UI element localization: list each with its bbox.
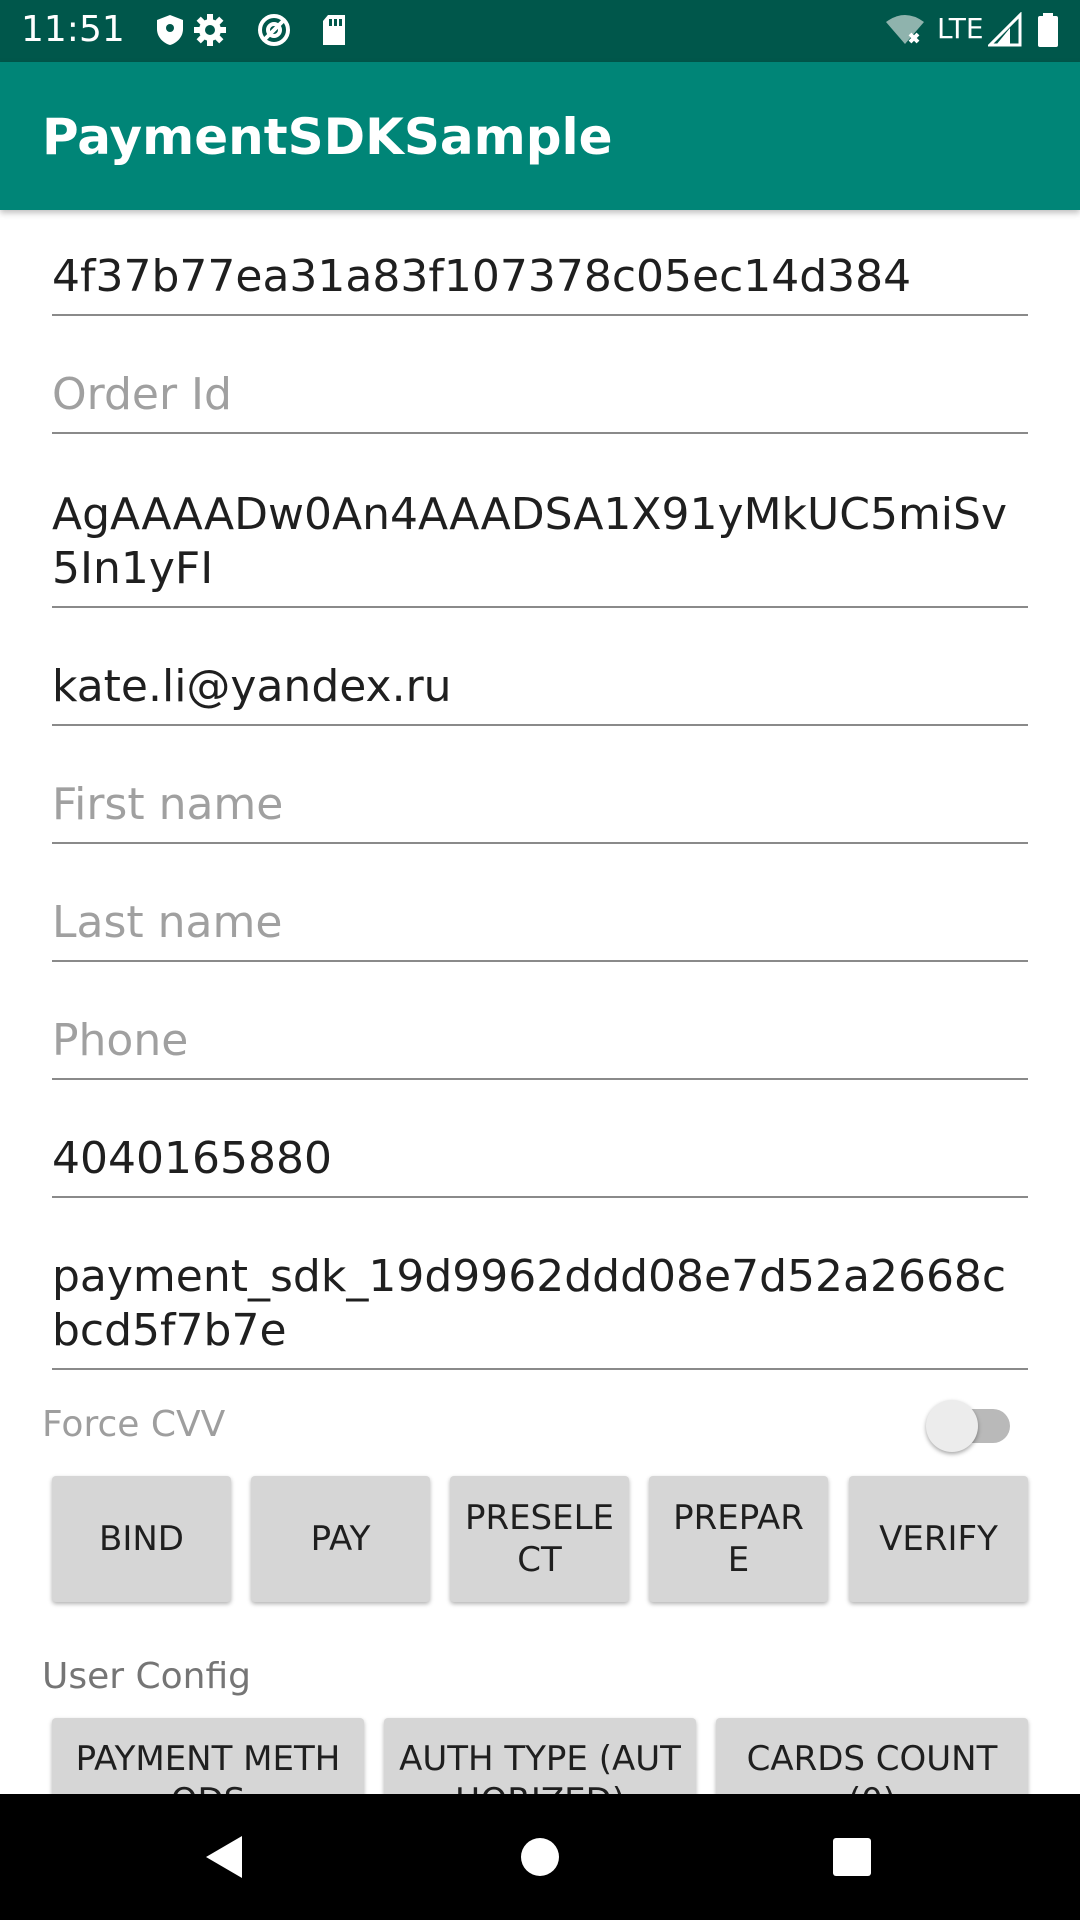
home-icon[interactable] <box>515 1832 565 1882</box>
app-bar: PaymentSDKSample <box>0 62 1080 210</box>
prepare-button[interactable]: PREPARE <box>649 1476 828 1602</box>
email-field[interactable]: kate.li@yandex.ru <box>52 660 1028 726</box>
oauth-token-field[interactable]: AgAAAADw0An4AAADSA1X91yMkUC5miSv5In1yFI <box>52 488 1028 608</box>
at-sign-icon <box>258 14 290 46</box>
user-config-label: User Config <box>42 1656 252 1697</box>
gear-icon <box>194 14 226 46</box>
battery-icon <box>1038 13 1058 47</box>
payment-token-field[interactable]: payment_sdk_19d9962ddd08e7d52a2668cbcd5f… <box>52 1250 1028 1370</box>
recents-icon[interactable] <box>827 1832 877 1882</box>
verify-button[interactable]: VERIFY <box>849 1476 1028 1602</box>
pay-button[interactable]: PAY <box>251 1476 430 1602</box>
client-token-field[interactable]: 4f37b77ea31a83f107378c05ec14d384 <box>52 250 1028 316</box>
status-time: 11:51 <box>21 9 125 50</box>
bind-button[interactable]: BIND <box>52 1476 231 1602</box>
first-name-field[interactable]: First name <box>52 778 1028 844</box>
signal-icon <box>988 12 1022 47</box>
wifi-icon <box>886 15 924 44</box>
network-type: LTE <box>937 12 984 45</box>
sd-card-icon <box>323 15 345 45</box>
last-name-field[interactable]: Last name <box>52 896 1028 962</box>
app-title: PaymentSDKSample <box>42 108 613 166</box>
force-cvv-label: Force CVV <box>42 1404 226 1445</box>
back-icon[interactable] <box>200 1832 250 1882</box>
order-id-field[interactable]: Order Id <box>52 368 1028 434</box>
status-bar: 11:51 LTE <box>0 0 1080 62</box>
uid-field[interactable]: 4040165880 <box>52 1132 1028 1198</box>
force-cvv-switch[interactable] <box>926 1400 1010 1452</box>
nav-bar <box>0 1794 1080 1920</box>
phone-field[interactable]: Phone <box>52 1014 1028 1080</box>
preselect-button[interactable]: PRESELECT <box>450 1476 629 1602</box>
shield-icon <box>157 15 183 45</box>
switch-thumb <box>926 1400 978 1452</box>
